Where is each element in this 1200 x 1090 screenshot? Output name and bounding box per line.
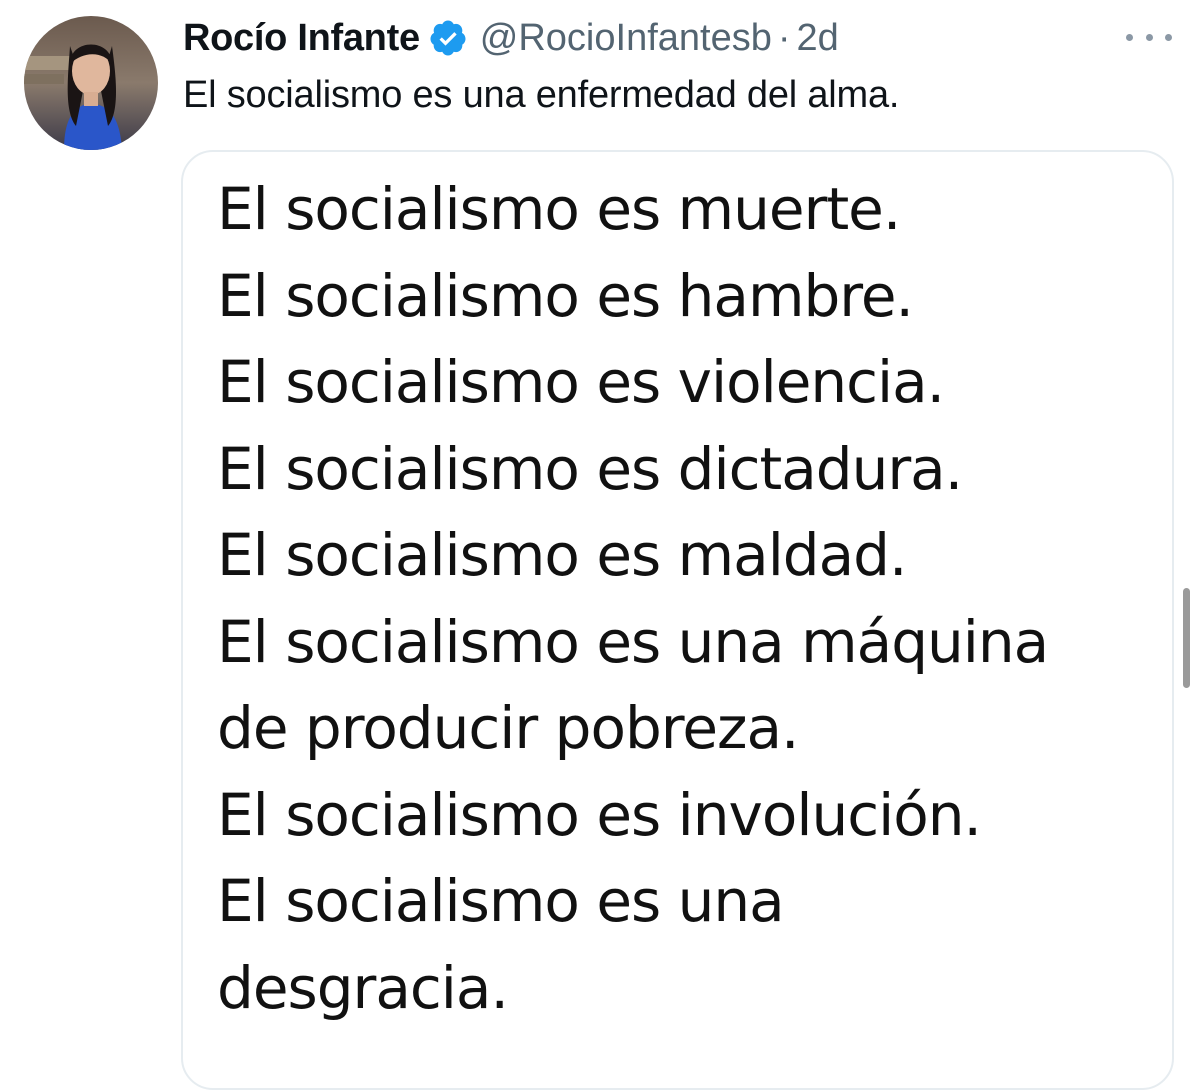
scrollbar-thumb[interactable] xyxy=(1183,588,1190,688)
image-text-line: El socialismo es hambre. xyxy=(217,261,914,330)
image-text-line: El socialismo es una xyxy=(217,867,785,935)
tweet-header: Rocío Infante @RocioInfantesb · 2d xyxy=(183,14,839,62)
image-text-line: El socialismo es violencia. xyxy=(217,348,945,416)
avatar[interactable] xyxy=(24,16,158,150)
image-text-line: de producir pobreza. xyxy=(217,694,799,762)
avatar-photo xyxy=(24,16,158,150)
image-text-line: El socialismo es involución. xyxy=(217,780,982,849)
tweet-text: El socialismo es una enfermedad del alma… xyxy=(183,74,900,116)
timestamp[interactable]: 2d xyxy=(797,17,839,60)
image-text-line: El socialismo es dictadura. xyxy=(217,434,963,503)
image-text-line: El socialismo es una máquina xyxy=(217,607,1049,676)
more-options-icon[interactable] xyxy=(1126,22,1172,52)
more-dot xyxy=(1126,33,1133,41)
image-text-line: El socialismo es muerte. xyxy=(217,175,901,243)
author-display-name[interactable]: Rocío Infante xyxy=(183,17,420,60)
image-text-block: El socialismo es muerte. El socialismo e… xyxy=(217,166,1049,1031)
verified-badge-icon[interactable] xyxy=(428,18,468,58)
tweet-media-image[interactable]: El socialismo es muerte. El socialismo e… xyxy=(181,150,1174,1090)
author-handle[interactable]: @RocioInfantesb xyxy=(480,17,772,60)
image-text-line: desgracia. xyxy=(217,953,509,1022)
image-text-line: El socialismo es maldad. xyxy=(217,521,907,589)
more-dot xyxy=(1165,33,1172,41)
more-dot xyxy=(1145,33,1153,41)
separator-dot: · xyxy=(777,16,791,59)
